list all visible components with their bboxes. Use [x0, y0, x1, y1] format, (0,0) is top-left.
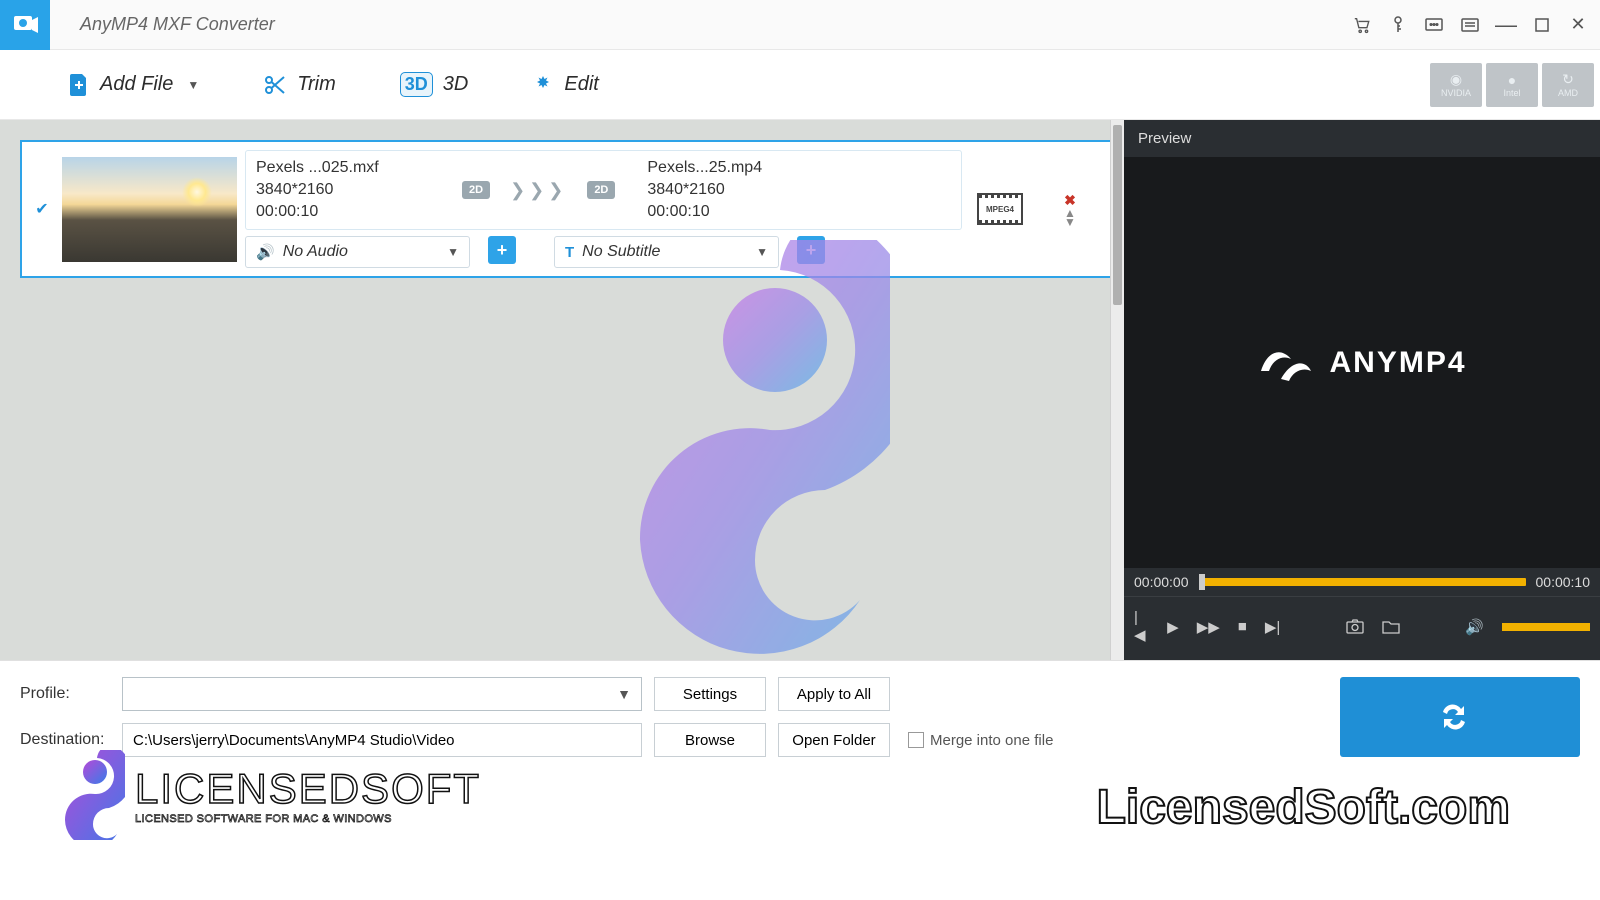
preview-screen[interactable]: ANYMP4 [1124, 157, 1600, 568]
source-filename: Pexels ...025.mxf [256, 159, 446, 177]
add-file-icon [68, 72, 90, 98]
file-row[interactable]: ✔ Pexels ...025.mxf 3840*2160 00:00:10 2… [20, 140, 1116, 278]
browse-button[interactable]: Browse [654, 723, 766, 757]
file-list: ✔ Pexels ...025.mxf 3840*2160 00:00:10 2… [0, 120, 1124, 660]
main-area: ✔ Pexels ...025.mxf 3840*2160 00:00:10 2… [0, 120, 1600, 660]
dest-filename: Pexels...25.mp4 [647, 159, 837, 177]
next-button[interactable]: ▶| [1265, 618, 1280, 636]
gpu-amd: ↻AMD [1542, 63, 1594, 107]
menu-icon[interactable] [1458, 13, 1482, 37]
checkbox-icon[interactable] [908, 732, 924, 748]
titlebar-actions: — ✕ [1350, 13, 1600, 37]
3d-label: 3D [443, 73, 469, 96]
chevron-down-icon: ▼ [447, 245, 459, 259]
edit-button[interactable]: Edit [514, 65, 616, 104]
audio-dropdown[interactable]: 🔊 No Audio ▼ [245, 236, 470, 268]
prev-button[interactable]: |◀ [1134, 609, 1149, 644]
key-icon[interactable] [1386, 13, 1410, 37]
apply-all-button[interactable]: Apply to All [778, 677, 890, 711]
gpu-intel: ●Intel [1486, 63, 1538, 107]
play-button[interactable]: ▶ [1167, 618, 1179, 636]
source-resolution: 3840*2160 [256, 181, 446, 199]
list-scrollbar[interactable] [1110, 120, 1124, 660]
chevron-down-icon: ▼ [617, 686, 631, 702]
minimize-icon[interactable]: — [1494, 13, 1518, 37]
source-duration: 00:00:10 [256, 203, 446, 221]
open-folder-button[interactable] [1382, 619, 1400, 634]
arrow-icon: ❯❯❯ [510, 180, 567, 201]
trim-label: Trim [297, 73, 336, 96]
gpu-badges: ◉NVIDIA ●Intel ↻AMD [1430, 63, 1600, 107]
timeline-thumb[interactable] [1199, 574, 1205, 590]
gpu-nvidia: ◉NVIDIA [1430, 63, 1482, 107]
file-checkbox[interactable]: ✔ [30, 199, 54, 219]
chevron-down-icon: ▼ [187, 78, 199, 92]
settings-button[interactable]: Settings [654, 677, 766, 711]
convert-button[interactable] [1340, 677, 1580, 757]
edit-label: Edit [564, 73, 598, 96]
merge-label: Merge into one file [930, 732, 1053, 749]
watermark-tagline: LICENSED SOFTWARE FOR MAC & WINDOWS [135, 813, 481, 825]
add-file-button[interactable]: Add File ▼ [50, 64, 217, 106]
subtitle-dropdown[interactable]: T No Subtitle ▼ [554, 236, 779, 268]
subtitle-icon: T [565, 244, 574, 261]
stop-button[interactable]: ■ [1238, 618, 1247, 635]
add-file-label: Add File [100, 73, 173, 96]
watermark-s-icon [550, 240, 890, 670]
merge-checkbox[interactable]: Merge into one file [908, 732, 1053, 749]
app-logo [0, 0, 50, 50]
scrollbar-thumb[interactable] [1113, 125, 1122, 305]
bottom-bar: Profile: ▼ Settings Apply to All Destina… [0, 660, 1600, 780]
destination-input[interactable] [122, 723, 642, 757]
preview-timeline: 00:00:00 00:00:10 [1124, 568, 1600, 596]
speaker-icon: 🔊 [256, 243, 275, 261]
3d-button[interactable]: 3D 3D [382, 64, 487, 105]
profile-dropdown[interactable]: ▼ [122, 677, 642, 711]
close-icon[interactable]: ✕ [1566, 13, 1590, 37]
dest-resolution: 3840*2160 [647, 181, 837, 199]
chevron-down-icon: ▼ [756, 245, 768, 259]
file-meta: Pexels ...025.mxf 3840*2160 00:00:10 2D … [245, 150, 962, 230]
time-current: 00:00:00 [1134, 574, 1189, 590]
fast-forward-button[interactable]: ▶▶ [1197, 618, 1220, 636]
add-audio-button[interactable]: + [488, 236, 516, 264]
dest-dim-badge: 2D [587, 181, 615, 199]
preview-title: Preview [1124, 120, 1600, 157]
anymp4-logo-icon [1257, 341, 1313, 385]
feedback-icon[interactable] [1422, 13, 1446, 37]
3d-icon: 3D [400, 72, 433, 97]
volume-icon[interactable]: 🔊 [1465, 618, 1484, 636]
timeline-track[interactable] [1199, 578, 1526, 586]
scissors-icon [263, 73, 287, 97]
time-total: 00:00:10 [1536, 574, 1591, 590]
preview-panel: Preview ANYMP4 00:00:00 00:00:10 |◀ ▶ ▶▶… [1124, 120, 1600, 660]
audio-value: No Audio [283, 243, 439, 261]
trim-button[interactable]: Trim [245, 65, 354, 105]
maximize-icon[interactable] [1530, 13, 1554, 37]
source-dim-badge: 2D [462, 181, 490, 199]
convert-icon [1439, 704, 1469, 730]
dest-duration: 00:00:10 [647, 203, 837, 221]
snapshot-button[interactable] [1346, 619, 1364, 634]
profile-label: Profile: [20, 685, 110, 703]
watermark-url: LicensedSoft.com [1097, 780, 1510, 835]
cart-icon[interactable] [1350, 13, 1374, 37]
video-thumbnail[interactable] [62, 157, 237, 262]
codec-icon[interactable]: MPEG4 [977, 193, 1023, 225]
open-folder-button[interactable]: Open Folder [778, 723, 890, 757]
edit-icon [532, 74, 554, 96]
subtitle-value: No Subtitle [582, 243, 748, 261]
preview-controls: |◀ ▶ ▶▶ ■ ▶| 🔊 [1124, 596, 1600, 660]
destination-label: Destination: [20, 731, 110, 749]
move-down-button[interactable]: ▼ [1064, 218, 1076, 227]
titlebar: AnyMP4 MXF Converter — ✕ [0, 0, 1600, 50]
volume-slider[interactable] [1502, 623, 1590, 631]
add-subtitle-button[interactable]: + [797, 236, 825, 264]
toolbar: Add File ▼ Trim 3D 3D Edit ◉NVIDIA ●Inte… [0, 50, 1600, 120]
preview-brand: ANYMP4 [1329, 346, 1466, 380]
app-title: AnyMP4 MXF Converter [80, 14, 275, 35]
